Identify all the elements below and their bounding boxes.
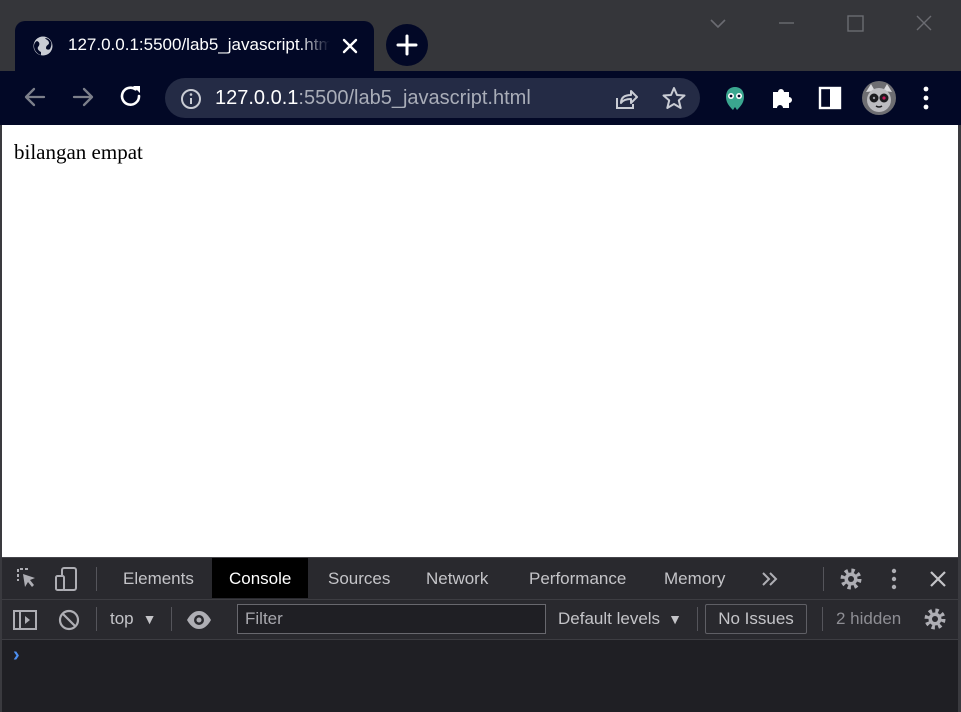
tab-sources[interactable]: Sources <box>311 558 407 598</box>
close-devtools-icon[interactable] <box>925 566 951 592</box>
forward-arrow-icon[interactable] <box>66 80 100 114</box>
settings-gear-icon[interactable] <box>838 566 864 592</box>
share-icon[interactable] <box>612 85 640 113</box>
tab-elements[interactable]: Elements <box>106 558 211 598</box>
device-toolbar-icon[interactable] <box>53 566 79 592</box>
plus-icon <box>396 34 418 56</box>
tab-search-icon[interactable] <box>695 8 741 38</box>
context-label: top <box>110 609 134 628</box>
live-expression-eye-icon[interactable] <box>185 607 213 633</box>
toolbar-divider <box>96 607 97 631</box>
browser-menu-icon[interactable] <box>912 83 940 113</box>
tab-memory[interactable]: Memory <box>647 558 742 598</box>
tab-close-icon[interactable] <box>338 34 362 58</box>
extensions-puzzle-icon[interactable] <box>768 83 798 113</box>
url-text[interactable]: 127.0.0.1:5500/lab5_javascript.html <box>215 87 531 109</box>
side-panel-icon[interactable] <box>815 83 845 113</box>
tab-performance[interactable]: Performance <box>512 558 643 598</box>
toolbar-divider <box>96 567 97 591</box>
more-tabs-chevron-icon[interactable] <box>759 568 781 590</box>
issues-button[interactable]: No Issues <box>705 604 807 634</box>
devtools-menu-icon[interactable] <box>882 566 906 592</box>
extension-monster-icon[interactable] <box>720 83 750 113</box>
log-levels-label: Default levels <box>558 609 661 628</box>
toolbar-divider <box>171 607 172 631</box>
dropdown-arrow-icon: ▼ <box>142 611 157 627</box>
inspect-element-icon[interactable] <box>14 566 40 592</box>
context-selector[interactable]: top ▼ <box>110 608 157 630</box>
console-settings-gear-icon[interactable] <box>922 606 948 632</box>
close-window-icon[interactable] <box>901 8 947 38</box>
log-levels-dropdown[interactable]: Default levels ▼ <box>558 608 682 630</box>
console-prompt[interactable]: › <box>13 644 20 666</box>
dropdown-arrow-icon: ▼ <box>668 611 682 627</box>
bookmark-star-icon[interactable] <box>660 84 688 112</box>
site-info-icon[interactable] <box>179 87 203 111</box>
tab-title: 127.0.0.1:5500/lab5_javascript.html <box>68 35 330 54</box>
page-viewport <box>2 125 958 557</box>
globe-icon <box>32 35 54 57</box>
hidden-count: 2 hidden <box>836 609 902 628</box>
tab-network[interactable]: Network <box>409 558 505 598</box>
toolbar-divider <box>823 567 824 591</box>
toolbar-divider <box>822 607 823 631</box>
tab-console[interactable]: Console <box>212 558 309 598</box>
url-host: 127.0.0.1 <box>215 87 299 109</box>
profile-avatar[interactable] <box>861 80 897 116</box>
minimize-icon[interactable] <box>763 8 809 38</box>
toolbar-divider <box>697 607 698 631</box>
console-output[interactable] <box>2 640 958 712</box>
url-path: :5500/lab5_javascript.html <box>298 87 531 109</box>
back-arrow-icon[interactable] <box>18 80 52 114</box>
maximize-icon[interactable] <box>832 8 878 38</box>
show-sidebar-icon[interactable] <box>12 607 38 633</box>
page-output-text: bilangan empat <box>14 140 143 164</box>
console-filter-input[interactable] <box>237 604 546 634</box>
reload-icon[interactable] <box>114 80 148 114</box>
new-tab-button[interactable] <box>386 24 428 66</box>
clear-console-icon[interactable] <box>56 607 82 633</box>
